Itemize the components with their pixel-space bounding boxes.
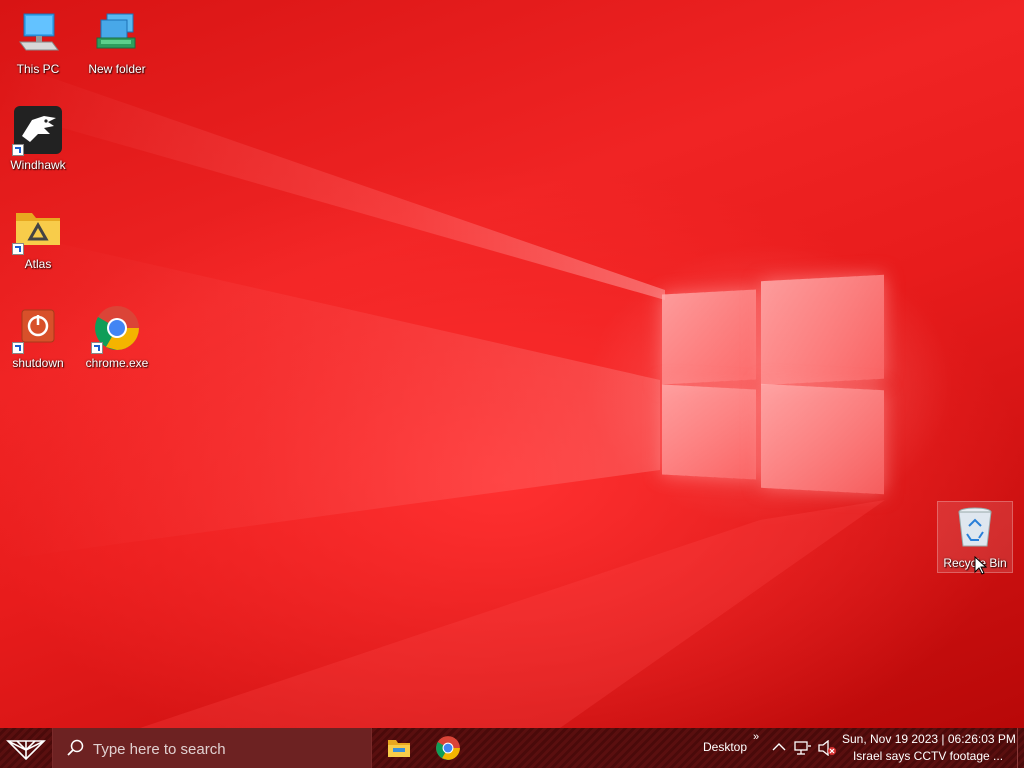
shortcut-arrow-icon: [12, 342, 24, 354]
icon-label: This PC: [16, 62, 60, 76]
icon-label: Windhawk: [10, 158, 66, 172]
icon-label: chrome.exe: [85, 356, 149, 370]
taskbar: Desktop » Sun, Nov 19 2023 | 06:26:03 PM…: [0, 728, 1024, 768]
news-ticker: Israel says CCTV footage ...: [852, 749, 1004, 763]
start-logo-icon: [6, 740, 46, 761]
network-folder-icon: [93, 10, 141, 58]
search-input[interactable]: [91, 738, 365, 760]
mouse-pointer-icon: [974, 556, 988, 575]
chrome-icon: [436, 736, 460, 760]
windhawk-eagle-icon: [12, 106, 62, 156]
desktop-icon-new-folder[interactable]: New folder: [79, 10, 155, 76]
desktop-icon-this-pc[interactable]: This PC: [0, 10, 76, 76]
start-button[interactable]: [0, 728, 52, 768]
atlas-folder-icon: [12, 205, 62, 255]
desktop-toolbar-label[interactable]: Desktop: [703, 740, 747, 754]
chrome-icon: [91, 304, 141, 354]
network-icon[interactable]: [794, 740, 812, 756]
windows-logo-wallpaper: [662, 272, 886, 500]
desktop-icon-shutdown[interactable]: shutdown: [0, 304, 76, 370]
desktop-icon-windhawk[interactable]: Windhawk: [0, 106, 76, 172]
icon-label: shutdown: [12, 356, 64, 370]
desktop-icon-chrome[interactable]: chrome.exe: [79, 304, 155, 370]
taskbar-clock[interactable]: Sun, Nov 19 2023 | 06:26:03 PM Israel sa…: [842, 731, 1016, 765]
taskbar-chrome[interactable]: [424, 728, 472, 768]
search-icon: [67, 739, 84, 756]
recycle-bin-icon: [951, 504, 999, 552]
shortcut-arrow-icon: [12, 243, 24, 255]
desktop[interactable]: This PC New folder Windhawk Atlas shutdo…: [0, 0, 1024, 728]
icon-label: New folder: [88, 62, 146, 76]
show-desktop-button[interactable]: [1017, 728, 1024, 768]
show-hidden-icons-chevron-icon[interactable]: [772, 742, 786, 752]
file-explorer-icon: [388, 740, 410, 757]
volume-muted-icon[interactable]: [817, 740, 837, 756]
desktop-icon-atlas[interactable]: Atlas: [0, 205, 76, 271]
taskbar-file-explorer[interactable]: [375, 728, 423, 768]
toolbar-overflow-chevron-icon[interactable]: »: [753, 731, 759, 743]
shortcut-arrow-icon: [91, 342, 103, 354]
taskbar-search-box[interactable]: [52, 728, 372, 768]
shortcut-arrow-icon: [12, 144, 24, 156]
clock-date-time: Sun, Nov 19 2023 | 06:26:03 PM: [842, 732, 1016, 746]
this-pc-icon: [14, 10, 62, 58]
icon-label: Atlas: [24, 257, 52, 271]
power-icon: [12, 304, 62, 354]
